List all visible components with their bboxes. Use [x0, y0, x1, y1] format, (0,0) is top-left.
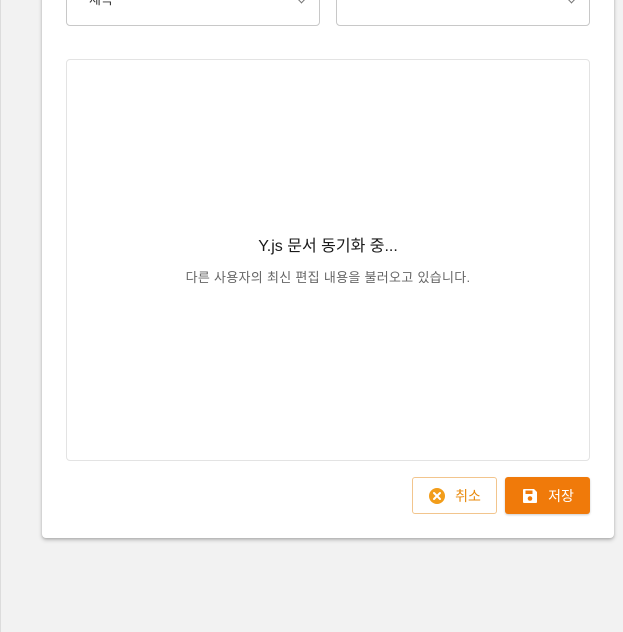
chevron-down-icon	[566, 0, 577, 4]
sync-status-title: Y.js 문서 동기화 중...	[258, 238, 398, 255]
secondary-select[interactable]	[336, 0, 590, 26]
floppy-disk-icon	[521, 487, 539, 505]
document-editor-area[interactable]: Y.js 문서 동기화 중... 다른 사용자의 최신 편집 내용을 불러오고 …	[66, 59, 590, 461]
category-select[interactable]: 제목	[66, 0, 320, 26]
chevron-down-icon	[296, 0, 307, 4]
category-select-value: 제목	[89, 0, 113, 8]
cancel-button[interactable]: 취소	[412, 477, 497, 514]
cancel-button-label: 취소	[455, 487, 481, 504]
save-button[interactable]: 저장	[505, 477, 590, 514]
close-circle-icon	[428, 487, 446, 505]
page-left-border	[0, 0, 1, 632]
sync-status-subtitle: 다른 사용자의 최신 편집 내용을 불러오고 있습니다.	[185, 270, 471, 285]
editor-card: 제목 Y.js 문서 동기화 중... 다른 사용자의 최신 편집 내용을 불러…	[42, 0, 614, 538]
save-button-label: 저장	[548, 487, 574, 504]
